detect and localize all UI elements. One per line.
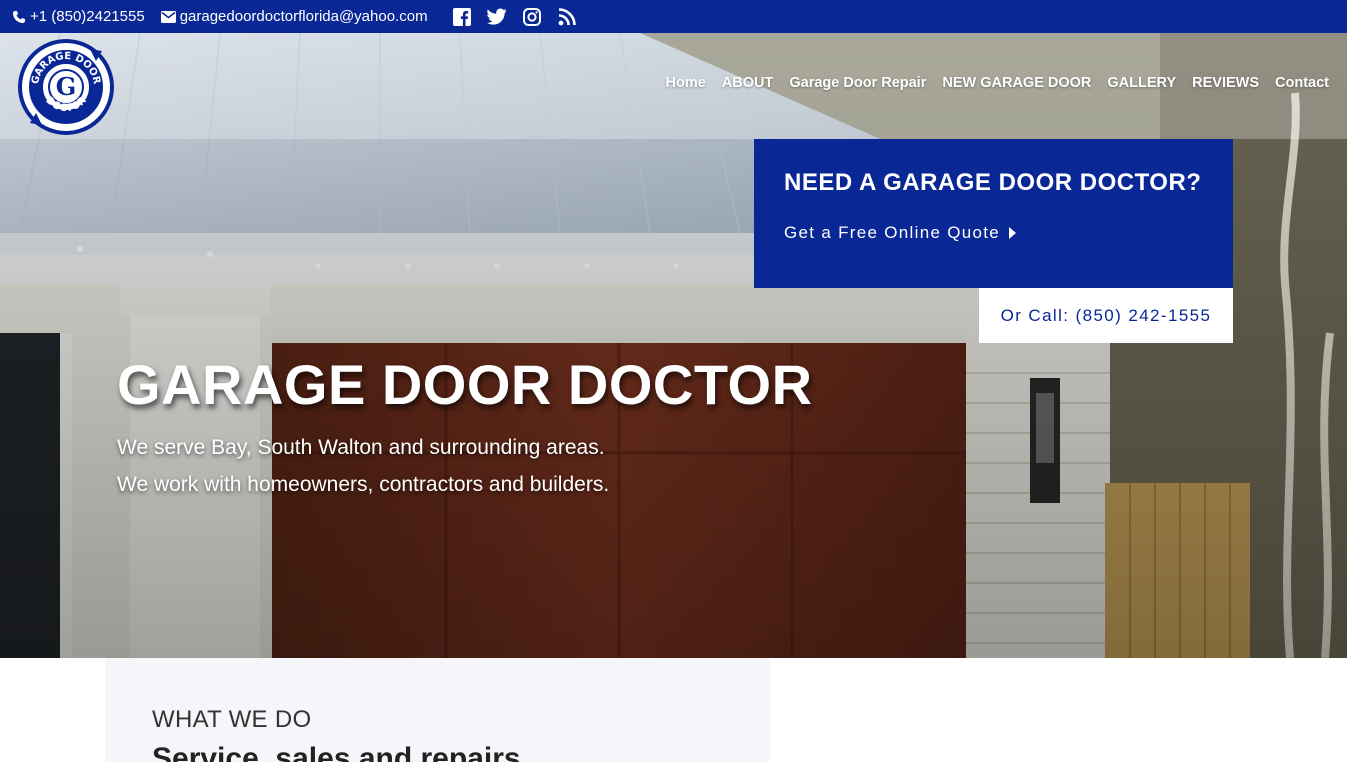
nav-contact[interactable]: Contact [1275, 75, 1329, 91]
nav-garage-door-repair[interactable]: Garage Door Repair [789, 75, 926, 91]
phone-link[interactable]: +1 (850)2421555 [12, 8, 145, 25]
cta-title: NEED A GARAGE DOOR DOCTOR? [784, 169, 1202, 196]
hero-line-2: We work with homeowners, contractors and… [117, 473, 610, 496]
phone-icon [13, 10, 25, 23]
nav-reviews[interactable]: REVIEWS [1192, 75, 1259, 91]
section-eyebrow: WHAT WE DO [152, 706, 312, 733]
section-heading: Service, sales and repairs [152, 742, 521, 762]
nav-gallery[interactable]: GALLERY [1107, 75, 1176, 91]
top-bar: +1 (850)2421555 garagedoordoctorflorida@… [0, 0, 1347, 33]
garage-door-doctor-logo[interactable]: G GARAGE DOOR DOCTOR [16, 37, 116, 137]
cta-box: NEED A GARAGE DOOR DOCTOR? Get a Free On… [754, 139, 1233, 288]
caret-right-icon [1009, 227, 1017, 239]
hero-title: GARAGE DOOR DOCTOR [117, 353, 813, 416]
phone-text: +1 (850)2421555 [30, 8, 145, 25]
envelope-icon [160, 10, 176, 23]
facebook-icon[interactable] [452, 7, 472, 27]
hero-line-1: We serve Bay, South Walton and surroundi… [117, 436, 605, 459]
rss-icon[interactable] [557, 7, 577, 27]
what-we-do-section: WHAT WE DO Service, sales and repairs [105, 658, 770, 762]
email-link[interactable]: garagedoordoctorflorida@yahoo.com [160, 8, 428, 25]
call-button[interactable]: Or Call: (850) 242-1555 [979, 288, 1233, 343]
free-quote-link[interactable]: Get a Free Online Quote [784, 223, 1203, 243]
twitter-icon[interactable] [486, 7, 507, 27]
social-links [452, 7, 592, 27]
nav-about[interactable]: ABOUT [722, 75, 774, 91]
instagram-icon[interactable] [522, 7, 542, 27]
free-quote-label: Get a Free Online Quote [784, 223, 1001, 242]
main-nav: Home ABOUT Garage Door Repair NEW GARAGE… [650, 75, 1330, 91]
nav-new-garage-door[interactable]: NEW GARAGE DOOR [942, 75, 1091, 91]
email-text: garagedoordoctorflorida@yahoo.com [179, 8, 428, 25]
nav-home[interactable]: Home [666, 75, 706, 91]
logo-letter: G [56, 72, 77, 101]
